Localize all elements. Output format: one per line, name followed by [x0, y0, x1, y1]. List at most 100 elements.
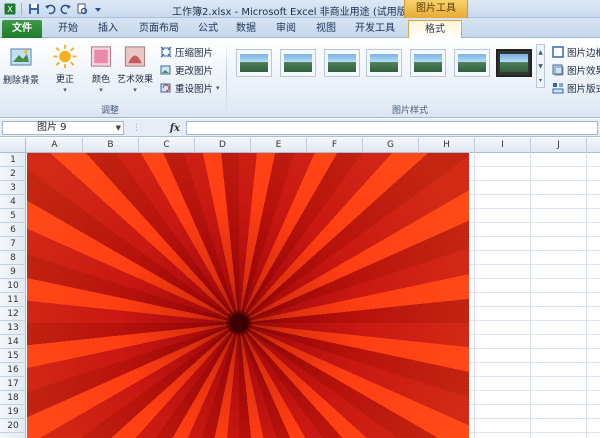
row-header[interactable]: 10	[0, 279, 26, 293]
picture-border-button[interactable]: 图片边框	[552, 44, 600, 60]
column-header[interactable]: E	[251, 138, 307, 153]
title-bar: X 工作簿2.xlsx - Microsoft Excel 非商业用途 (试用版…	[0, 0, 600, 18]
name-box[interactable]: 图片 9 ▼	[2, 121, 124, 135]
color-button[interactable]: 颜色 ▾	[82, 42, 120, 94]
artistic-effects-icon	[124, 46, 146, 67]
change-picture-icon	[160, 65, 171, 75]
row-header[interactable]: 8	[0, 251, 26, 265]
picture-style-thumbnail[interactable]	[280, 49, 316, 77]
artistic-dropdown-icon: ▾	[133, 86, 137, 94]
formula-controls: ⋮ fx	[128, 121, 184, 135]
name-box-value: 图片 9	[37, 122, 67, 133]
column-header[interactable]: A	[27, 138, 83, 153]
picture-effects-label: 图片效果	[567, 66, 600, 77]
tab-view[interactable]: 视图	[312, 20, 340, 38]
print-preview-icon[interactable]	[75, 3, 88, 16]
picture-style-thumbnail[interactable]	[324, 49, 360, 77]
picture-border-label: 图片边框	[567, 48, 600, 59]
tab-page-layout[interactable]: 页面布局	[134, 20, 184, 38]
picture-style-thumbnail[interactable]	[454, 49, 490, 77]
picture-style-preview	[240, 54, 268, 72]
tab-formulas[interactable]: 公式	[194, 20, 222, 38]
tab-developer[interactable]: 开发工具	[350, 20, 400, 38]
change-picture-label: 更改图片	[175, 66, 214, 77]
select-all-corner[interactable]	[0, 138, 26, 153]
gallery-up-icon[interactable]: ▲	[538, 49, 543, 56]
picture-style-thumbnail[interactable]	[366, 49, 402, 77]
row-header[interactable]: 3	[0, 181, 26, 195]
tab-home[interactable]: 开始	[54, 20, 82, 38]
row-header[interactable]: 19	[0, 405, 26, 419]
row-header[interactable]: 15	[0, 349, 26, 363]
row-header[interactable]: 7	[0, 237, 26, 251]
picture-layout-icon	[552, 83, 564, 94]
reset-picture-button[interactable]: 重设图片 ▾	[160, 80, 220, 96]
formula-input[interactable]	[186, 121, 598, 135]
column-header[interactable]: H	[419, 138, 475, 153]
row-header[interactable]: 2	[0, 167, 26, 181]
picture-layout-button[interactable]: 图片版式	[552, 80, 600, 96]
row-header[interactable]: 1	[0, 153, 26, 167]
window-title: 工作簿2.xlsx - Microsoft Excel 非商业用途 (试用版)	[172, 7, 411, 18]
corrections-label: 更正	[55, 75, 74, 85]
column-header[interactable]: D	[195, 138, 251, 153]
tab-review[interactable]: 审阅	[272, 20, 300, 38]
picture-style-thumbnail[interactable]	[410, 49, 446, 77]
picture-effects-icon	[552, 64, 564, 76]
column-header[interactable]: I	[475, 138, 531, 153]
row-header[interactable]: 17	[0, 377, 26, 391]
row-header[interactable]: 5	[0, 209, 26, 223]
row-header[interactable]: 13	[0, 321, 26, 335]
column-header[interactable]: J	[531, 138, 587, 153]
column-header[interactable]: C	[139, 138, 195, 153]
picture-style-preview	[328, 54, 356, 72]
row-header[interactable]: 9	[0, 265, 26, 279]
compress-icon	[160, 46, 172, 58]
picture-style-thumbnail[interactable]	[236, 49, 272, 77]
picture-tools-context-label: 图片工具	[404, 0, 468, 18]
customize-icon[interactable]	[91, 3, 104, 16]
row-header[interactable]: 16	[0, 363, 26, 377]
name-box-dropdown-icon[interactable]: ▼	[116, 122, 121, 134]
redo-icon[interactable]	[59, 3, 72, 16]
picture-style-thumbnail-selected[interactable]	[496, 49, 532, 77]
artistic-effects-button[interactable]: 艺术效果 ▾	[116, 42, 154, 94]
tab-file[interactable]: 文件	[2, 20, 42, 38]
tab-insert[interactable]: 插入	[94, 20, 122, 38]
excel-logo-icon[interactable]: X	[3, 3, 16, 16]
artistic-effects-label: 艺术效果	[116, 75, 153, 85]
save-icon[interactable]	[27, 3, 40, 16]
undo-icon[interactable]	[43, 3, 56, 16]
tab-format[interactable]: 格式	[408, 20, 462, 39]
picture-style-preview	[370, 54, 398, 72]
group-separator	[226, 41, 227, 115]
column-header[interactable]: F	[307, 138, 363, 153]
insert-function-button[interactable]: fx	[170, 123, 180, 134]
color-label: 颜色	[91, 75, 110, 85]
gallery-down-icon[interactable]: ▼	[538, 63, 543, 70]
compress-pictures-button[interactable]: 压缩图片	[160, 44, 213, 60]
row-header[interactable]: 14	[0, 335, 26, 349]
row-header[interactable]: 11	[0, 293, 26, 307]
ribbon-tab-row: 文件 开始 插入 页面布局 公式 数据 审阅 视图 开发工具 格式	[0, 18, 600, 39]
row-header[interactable]: 6	[0, 223, 26, 237]
picture-style-preview	[414, 54, 442, 72]
inserted-flower-picture[interactable]	[27, 153, 469, 438]
gallery-scroll[interactable]: ▲ ▼ ▾	[536, 44, 545, 88]
row-header[interactable]: 20	[0, 419, 26, 433]
corrections-button[interactable]: 更正 ▾	[46, 42, 84, 94]
row-header[interactable]: 12	[0, 307, 26, 321]
picture-effects-button[interactable]: 图片效果	[552, 62, 600, 78]
gallery-more-icon[interactable]: ▾	[539, 77, 542, 84]
column-header[interactable]: B	[83, 138, 139, 153]
change-picture-button[interactable]: 更改图片	[160, 62, 213, 78]
row-header[interactable]: 4	[0, 195, 26, 209]
color-dropdown-icon: ▾	[99, 86, 103, 94]
formula-separator-icon: ⋮	[132, 123, 141, 133]
row-header[interactable]: 18	[0, 391, 26, 405]
reset-picture-label: 重设图片	[175, 84, 214, 95]
column-header[interactable]: G	[363, 138, 419, 153]
remove-background-button[interactable]: 删除背景	[2, 42, 40, 94]
tab-data[interactable]: 数据	[232, 20, 260, 38]
sun-icon	[53, 44, 77, 69]
